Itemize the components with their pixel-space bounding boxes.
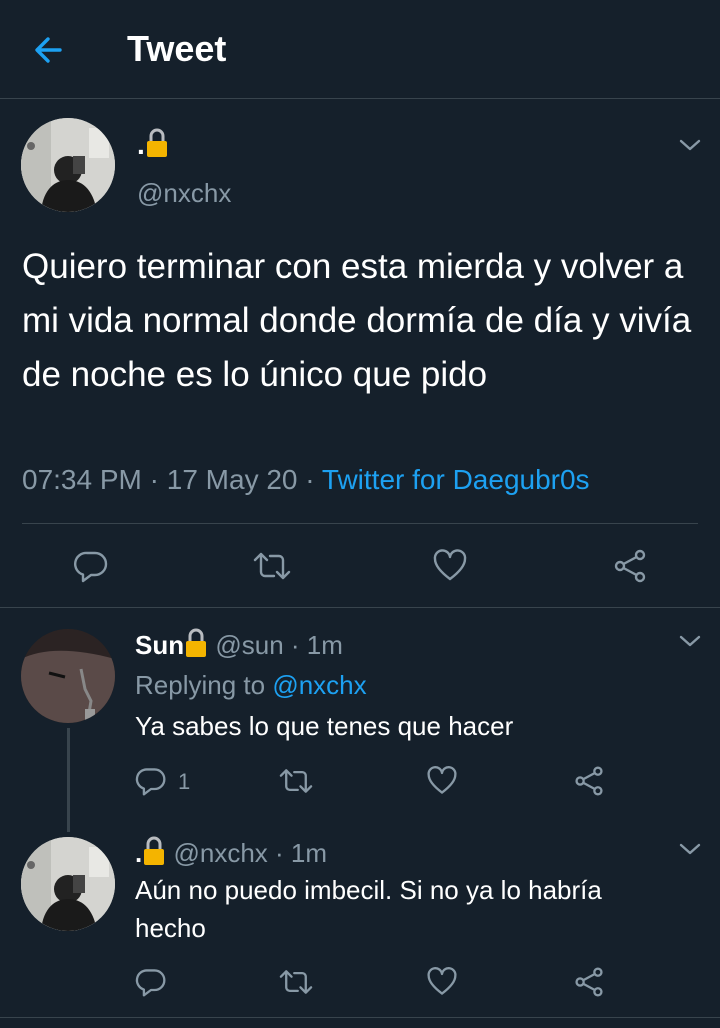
reply-count: 1 bbox=[178, 769, 191, 794]
reply-icon bbox=[135, 969, 166, 997]
like-icon bbox=[427, 766, 457, 794]
reply-header: . @nxchx · 1m bbox=[135, 836, 327, 869]
display-name[interactable]: Sun bbox=[135, 630, 184, 660]
meta-separator: · bbox=[297, 464, 322, 495]
avatar[interactable] bbox=[21, 837, 115, 931]
reply-button[interactable] bbox=[135, 765, 167, 802]
divider bbox=[22, 523, 698, 524]
tweet-source-link[interactable]: Twitter for Daegubr0s bbox=[322, 464, 590, 495]
thread-line bbox=[67, 728, 70, 832]
page-title: Tweet bbox=[127, 28, 227, 69]
share-button[interactable] bbox=[612, 548, 648, 589]
like-icon bbox=[433, 549, 467, 581]
avatar[interactable] bbox=[21, 118, 115, 212]
like-icon bbox=[427, 967, 457, 995]
avatar[interactable] bbox=[21, 629, 115, 723]
retweet-button[interactable] bbox=[252, 548, 292, 589]
reply-header: Sun @sun · 1m bbox=[135, 628, 343, 661]
reply-icon bbox=[74, 551, 108, 583]
lock-icon bbox=[186, 628, 207, 657]
replying-to: Replying to @nxchx bbox=[135, 670, 367, 701]
lock-icon bbox=[144, 836, 165, 865]
tweet-date: 17 May 20 bbox=[166, 464, 298, 495]
share-button[interactable] bbox=[573, 966, 605, 1003]
chevron-down-icon[interactable] bbox=[678, 137, 702, 153]
share-icon bbox=[575, 967, 603, 997]
retweet-icon bbox=[279, 769, 313, 793]
header-bar: Tweet bbox=[0, 0, 720, 99]
meta-separator: · bbox=[141, 464, 167, 495]
back-arrow-icon[interactable] bbox=[30, 32, 70, 68]
reply-button[interactable] bbox=[73, 548, 109, 589]
chevron-down-icon[interactable] bbox=[678, 841, 702, 857]
share-icon bbox=[575, 766, 603, 796]
reply-icon bbox=[135, 768, 166, 796]
tweet-time: 07:34 PM bbox=[22, 464, 142, 495]
username-handle[interactable]: @sun bbox=[215, 630, 283, 660]
display-name-text: . bbox=[137, 129, 145, 160]
timestamp: · 1m bbox=[290, 630, 343, 660]
like-button[interactable] bbox=[432, 548, 468, 589]
username-handle[interactable]: @nxchx bbox=[137, 178, 231, 209]
lock-icon bbox=[146, 128, 167, 157]
reply-text: Ya sabes lo que tenes que hacer bbox=[135, 711, 514, 741]
reply-text: Aún no puedo imbecil. Si no ya lo habría… bbox=[135, 875, 602, 943]
like-button[interactable] bbox=[426, 966, 458, 1003]
tweet-meta: 07:34 PM · 17 May 20 · Twitter for Daegu… bbox=[22, 464, 590, 496]
replying-to-label: Replying to bbox=[135, 670, 266, 700]
display-name[interactable]: . bbox=[135, 838, 142, 868]
timestamp: · 1m bbox=[275, 838, 328, 868]
share-icon bbox=[614, 549, 646, 583]
chevron-down-icon[interactable] bbox=[678, 633, 702, 649]
divider bbox=[0, 1017, 720, 1018]
retweet-button[interactable] bbox=[278, 966, 314, 1003]
retweet-button[interactable] bbox=[278, 765, 314, 802]
retweet-icon bbox=[279, 970, 313, 994]
reply-button[interactable] bbox=[135, 966, 167, 1003]
tweet-text: Quiero terminar con esta mierda y volver… bbox=[22, 247, 692, 394]
replying-to-mention[interactable]: @nxchx bbox=[272, 670, 366, 700]
retweet-icon bbox=[253, 552, 291, 580]
display-name[interactable]: . bbox=[137, 128, 169, 161]
divider bbox=[0, 607, 720, 608]
like-button[interactable] bbox=[426, 765, 458, 802]
share-button[interactable] bbox=[573, 765, 605, 802]
username-handle[interactable]: @nxchx bbox=[173, 838, 267, 868]
